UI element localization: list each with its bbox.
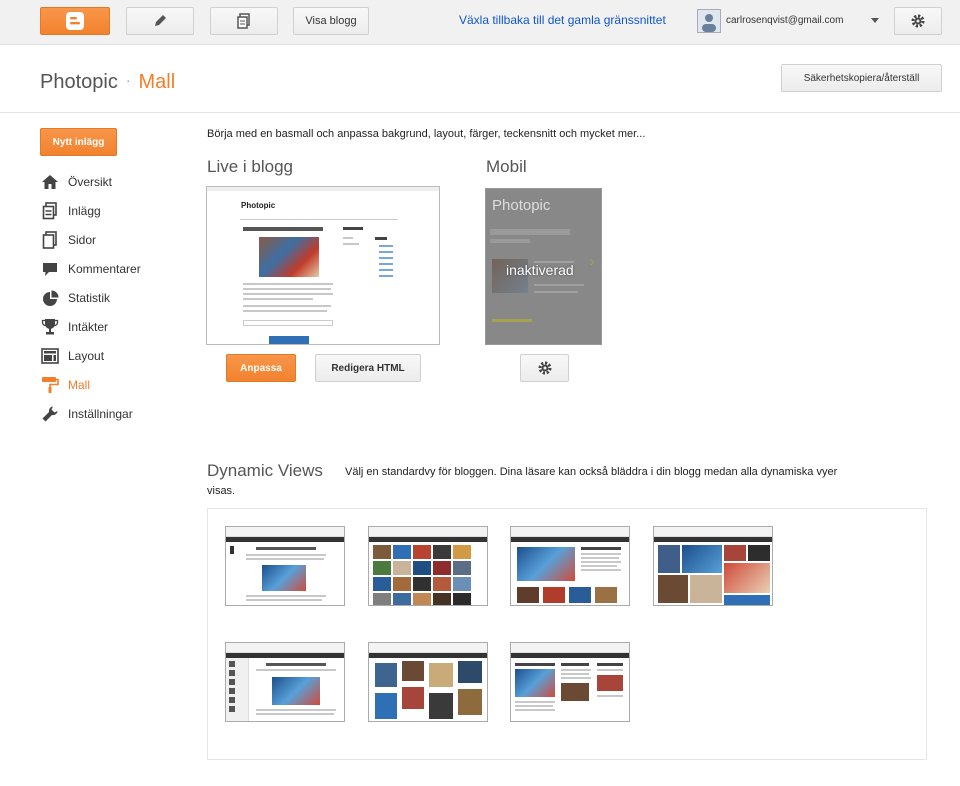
page-title: Mall [138,71,176,93]
breadcrumb-separator: · [125,72,131,88]
comments-icon [40,260,60,278]
dynamic-view-snapshot[interactable] [368,642,488,722]
live-preview-photo-2 [269,336,309,344]
pages-icon [40,231,60,249]
live-preview-blog-title: Photopic [241,201,276,210]
dynamic-views-description: Välj en standardvy för bloggen. Dina läs… [345,466,838,478]
sidebar-item-settings[interactable]: Inställningar [40,403,133,425]
settings-button[interactable] [894,7,942,35]
sidebar-item-pages[interactable]: Sidor [40,229,96,251]
sidebar-item-earnings[interactable]: Intäkter [40,316,108,338]
sidebar-item-layout[interactable]: Layout [40,345,104,367]
gear-icon [538,361,551,375]
sidebar-item-stats[interactable]: Statistik [40,287,110,309]
dynamic-view-sidebar[interactable] [225,642,345,722]
dynamic-view-flipcard[interactable] [368,526,488,606]
avatar[interactable] [697,9,721,33]
live-preview-photo [259,237,319,277]
mobile-preview-blog-title: Photopic [492,197,551,214]
posts-list-button[interactable] [210,7,278,35]
blogger-icon [66,12,84,30]
blogger-logo-button[interactable] [40,7,110,35]
switch-interface-link[interactable]: Växla tillbaka till det gamla gränssnitt… [459,13,666,27]
account-email[interactable]: carlrosenqvist@gmail.com [726,15,843,26]
sidebar-item-label: Layout [68,349,105,363]
sidebar-item-overview[interactable]: Översikt [40,171,112,193]
stats-icon [40,289,60,307]
blog-name[interactable]: Photopic [40,71,118,93]
sidebar-item-label: Statistik [68,291,111,305]
backup-restore-button[interactable]: Säkerhetskopiera/återställ [781,64,942,92]
sidebar-item-posts[interactable]: Inlägg [40,200,101,222]
edit-html-button[interactable]: Redigera HTML [315,354,421,382]
page-header: Photopic · Mall Säkerhetskopiera/återställ [0,45,960,113]
dynamic-view-magazine[interactable] [510,526,630,606]
home-icon [40,173,60,191]
account-dropdown-icon[interactable] [871,18,879,23]
mobile-settings-button[interactable] [520,354,569,382]
dynamic-view-classic[interactable] [225,526,345,606]
dynamic-view-mosaic[interactable] [653,526,773,606]
sidebar-item-label: Mall [68,378,91,392]
sidebar-item-label: Inställningar [68,407,133,421]
new-post-sidebar-button[interactable]: Nytt inlägg [40,128,117,156]
dynamic-views-description-end: visas. [207,485,236,497]
sidebar-item-label: Kommentarer [68,262,141,276]
customize-button[interactable]: Anpassa [226,354,296,382]
gear-icon [911,14,925,28]
sidebar-item-template[interactable]: Mall [40,374,90,396]
intro-text: Börja med en basmall och anpassa bakgrun… [207,128,646,140]
wrench-icon [40,405,60,423]
mobile-disabled-overlay: inaktiverad [506,262,574,278]
breadcrumb: Photopic · Mall [40,71,175,94]
sidebar-item-label: Översikt [68,175,113,189]
trophy-icon [40,318,60,336]
pencil-icon [155,15,166,26]
live-blog-title: Live i blogg [207,157,294,176]
view-blog-button[interactable]: Visa blogg [293,7,369,35]
layout-icon [40,347,60,365]
posts-list-icon [237,13,250,29]
sidebar-item-label: Sidor [68,233,97,247]
mobile-preview[interactable]: Photopic inaktiverad › [485,188,602,345]
dynamic-views-title: Dynamic Views [207,461,323,480]
top-bar: Visa blogg Växla tillbaka till det gamla… [0,0,960,45]
mobile-title: Mobil [486,157,527,176]
sidebar-item-label: Intäkter [68,320,109,334]
new-post-button[interactable] [126,7,194,35]
template-icon [40,376,60,394]
sidebar-item-comments[interactable]: Kommentarer [40,258,141,280]
sidebar-item-label: Inlägg [68,204,101,218]
dynamic-view-timeslide[interactable] [510,642,630,722]
live-blog-preview[interactable]: Photopic [206,186,440,345]
posts-icon [40,202,60,220]
chevron-right-icon: › [590,253,595,269]
